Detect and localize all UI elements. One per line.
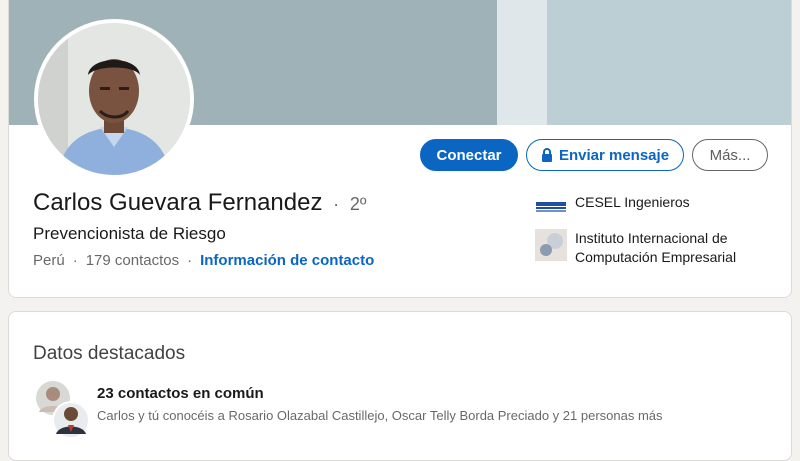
profile-photo[interactable] bbox=[34, 19, 194, 179]
meta-separator: · bbox=[72, 252, 78, 269]
contact-info-link[interactable]: Información de contacto bbox=[200, 252, 374, 269]
profile-location: Perú bbox=[33, 252, 65, 269]
experience-label: Instituto Internacional de Computación E… bbox=[575, 230, 737, 265]
experience-label: CESEL Ingenieros bbox=[575, 194, 690, 210]
profile-top-card: Conectar Enviar mensaje Más... Carlos Gu… bbox=[8, 0, 792, 298]
mutual-connections-avatars[interactable] bbox=[33, 380, 93, 440]
institute-logo-icon bbox=[535, 229, 567, 261]
more-button-label: Más... bbox=[709, 146, 751, 164]
profile-name: Carlos Guevara Fernandez bbox=[33, 189, 323, 216]
mutual-connections-count[interactable]: 23 contactos en común bbox=[97, 385, 264, 402]
highlights-card: Datos destacados 23 contactos en común C… bbox=[8, 311, 792, 461]
connection-count[interactable]: 179 contactos bbox=[86, 252, 179, 269]
experience-item-cesel[interactable]: CESEL Ingenieros bbox=[535, 193, 775, 225]
meta-separator: · bbox=[187, 252, 193, 269]
profile-name-line: Carlos Guevara Fernandez · 2º bbox=[33, 189, 366, 217]
more-button[interactable]: Más... bbox=[692, 139, 768, 171]
highlights-title: Datos destacados bbox=[33, 343, 186, 364]
lock-icon bbox=[541, 148, 552, 162]
connect-button[interactable]: Conectar bbox=[420, 139, 518, 171]
mutual-connections-detail: Carlos y tú conocéis a Rosario Olazabal … bbox=[97, 408, 663, 423]
profile-meta: Perú · 179 contactos · Información de co… bbox=[33, 252, 374, 269]
name-separator: · bbox=[333, 194, 340, 214]
experience-item-iice[interactable]: Instituto Internacional de Computación E… bbox=[535, 229, 775, 267]
connection-degree: 2º bbox=[349, 194, 367, 214]
cesel-logo-icon bbox=[535, 193, 567, 225]
profile-headline: Prevencionista de Riesgo bbox=[33, 224, 226, 243]
send-message-button[interactable]: Enviar mensaje bbox=[526, 139, 684, 171]
send-message-label: Enviar mensaje bbox=[558, 146, 670, 164]
connect-button-label: Conectar bbox=[436, 146, 502, 164]
